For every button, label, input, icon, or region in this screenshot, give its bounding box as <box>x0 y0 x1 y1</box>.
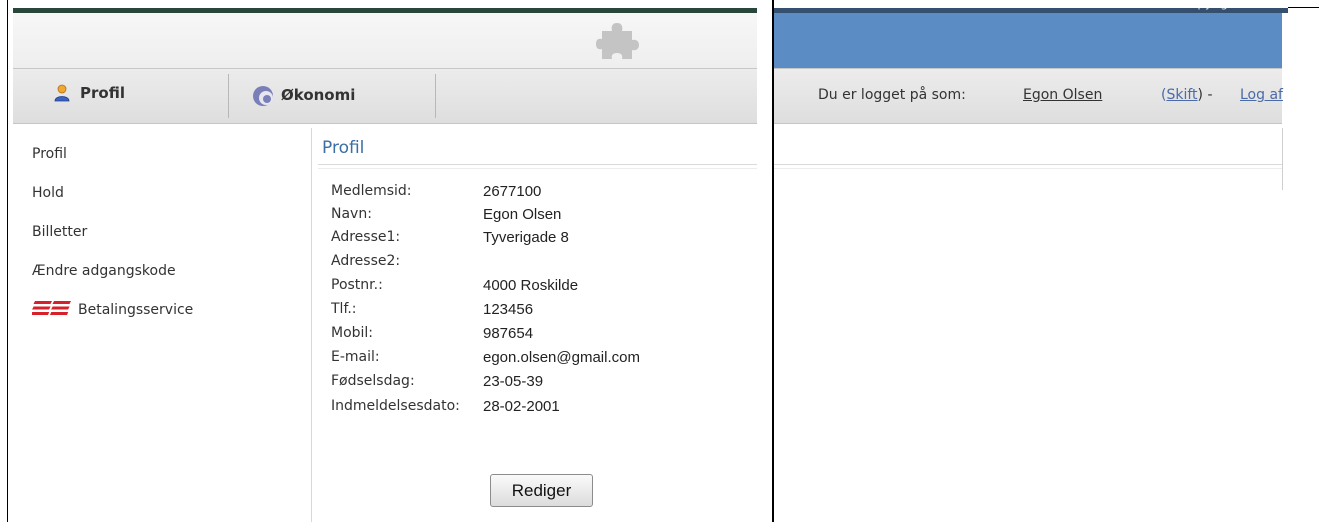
frame-border-left <box>7 0 8 522</box>
sidebar-item-label: Billetter <box>32 223 88 240</box>
divider <box>318 168 757 169</box>
field-label: Adresse1: <box>331 229 401 245</box>
frame-border-top <box>1288 7 1319 8</box>
field-value: 4000 Roskilde <box>483 277 579 294</box>
header-banner <box>13 13 757 68</box>
sidebar-item-hold[interactable]: Hold <box>32 183 302 202</box>
divider <box>774 164 1282 165</box>
field-value: egon.olsen@gmail.com <box>483 349 640 366</box>
field-label: E-mail: <box>331 349 380 365</box>
economy-icon <box>251 84 277 106</box>
paren-close: ) - <box>1197 87 1213 103</box>
field-value: 2677100 <box>483 183 542 200</box>
copyright-text: Conventus © Copyright <box>1098 0 1241 10</box>
switch-user-group: (Skift) - <box>1161 87 1213 103</box>
panel-edge <box>1282 128 1283 190</box>
tab-profil-label: Profil <box>80 84 125 102</box>
field-value: Tyverigade 8 <box>483 229 569 246</box>
field-value: 987654 <box>483 325 534 342</box>
edit-button[interactable]: Rediger <box>490 474 593 507</box>
field-label: Postnr.: <box>331 277 383 293</box>
field-value: 28-02-2001 <box>483 398 560 415</box>
logged-in-user-link[interactable]: Egon Olsen <box>1023 87 1102 103</box>
puzzle-icon <box>596 23 639 59</box>
sidebar-item-label: Ændre adgangskode <box>32 262 176 279</box>
field-label: Mobil: <box>331 325 374 341</box>
sidebar-item-betalingsservice[interactable]: Betalingsservice <box>31 300 302 319</box>
nav-divider <box>435 74 436 118</box>
sidebar-item-label: Betalingsservice <box>78 301 194 318</box>
field-value: 123456 <box>483 301 534 318</box>
field-label: Indmeldelsesdato: <box>331 398 460 414</box>
divider <box>774 168 1282 169</box>
field-label: Fødselsdag: <box>331 373 415 389</box>
field-label: Medlemsid: <box>331 183 412 199</box>
tab-okonomi-label: Økonomi <box>281 86 356 104</box>
field-label: Tlf.: <box>331 301 357 317</box>
sidebar-item-label: Hold <box>32 184 64 201</box>
field-value: 23-05-39 <box>483 373 544 390</box>
sidebar-item-aendre-adgangskode[interactable]: Ændre adgangskode <box>32 261 302 280</box>
tab-profil[interactable]: Profil <box>54 84 125 102</box>
logged-in-label: Du er logget på som: <box>818 87 966 103</box>
header-banner-right <box>774 13 1282 68</box>
field-label: Adresse2: <box>331 253 401 269</box>
betalingsservice-logo-icon <box>31 300 72 319</box>
logout-link[interactable]: Log af <box>1240 87 1283 103</box>
page-title: Profil <box>322 138 365 158</box>
sidebar-item-label: Profil <box>32 145 67 162</box>
user-icon <box>54 84 70 102</box>
tab-okonomi[interactable]: Økonomi <box>251 84 355 106</box>
divider <box>318 164 757 165</box>
field-label: Navn: <box>331 206 372 222</box>
sidebar-item-billetter[interactable]: Billetter <box>32 222 302 241</box>
switch-user-link[interactable]: Skift <box>1166 87 1197 103</box>
sidebar-item-profil[interactable]: Profil <box>32 144 302 163</box>
field-value: Egon Olsen <box>483 206 562 223</box>
sidebar: Profil Hold Billetter Ændre adgangskode … <box>31 144 302 339</box>
nav-divider <box>228 74 229 118</box>
